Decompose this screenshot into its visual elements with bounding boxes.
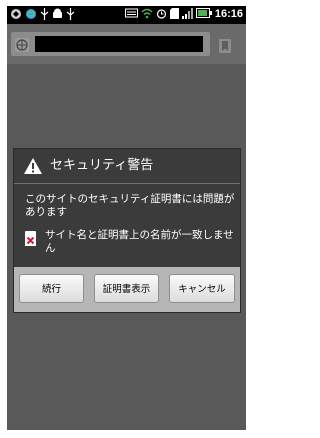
app-icon xyxy=(10,8,22,21)
usb-icon-2 xyxy=(66,8,75,21)
warning-icon xyxy=(23,157,43,175)
signal-icon xyxy=(181,8,193,21)
status-bar: 16:16 xyxy=(7,6,246,24)
phone-screen: 16:16 セキュリティ警告 このサイトのセキュリティ証明書には問題があります … xyxy=(7,6,246,430)
battery-icon xyxy=(195,8,212,21)
sd-icon xyxy=(169,8,179,21)
clock: 16:16 xyxy=(214,8,243,20)
cancel-button[interactable]: キャンセル xyxy=(169,274,235,303)
view-certificate-button[interactable]: 証明書表示 xyxy=(94,274,159,303)
alarm-icon xyxy=(156,8,167,21)
dialog-title-bar: セキュリティ警告 xyxy=(14,149,240,184)
android-icon xyxy=(52,8,63,21)
globe-icon xyxy=(15,37,29,52)
continue-button[interactable]: 続行 xyxy=(19,274,84,303)
dialog-button-bar: 続行 証明書表示 キャンセル xyxy=(14,267,240,312)
security-warning-dialog: セキュリティ警告 このサイトのセキュリティ証明書には問題があります サイト名と証… xyxy=(14,149,240,312)
dialog-message: このサイトのセキュリティ証明書には問題があります xyxy=(25,193,235,218)
wifi-icon xyxy=(141,8,153,21)
certificate-error-item: サイト名と証明書上の名前が一致しません xyxy=(25,229,235,257)
dialog-title: セキュリティ警告 xyxy=(50,158,154,173)
bookmark-icon[interactable] xyxy=(218,38,232,53)
usb-icon xyxy=(40,8,49,21)
error-text: サイト名と証明書上の名前が一致しません xyxy=(45,229,234,254)
url-text-redacted xyxy=(35,36,203,52)
browser-url-bar xyxy=(7,24,246,64)
keyboard-icon xyxy=(124,8,138,21)
error-x-icon xyxy=(25,231,36,246)
url-field[interactable] xyxy=(11,32,210,56)
globe-icon xyxy=(25,8,37,21)
